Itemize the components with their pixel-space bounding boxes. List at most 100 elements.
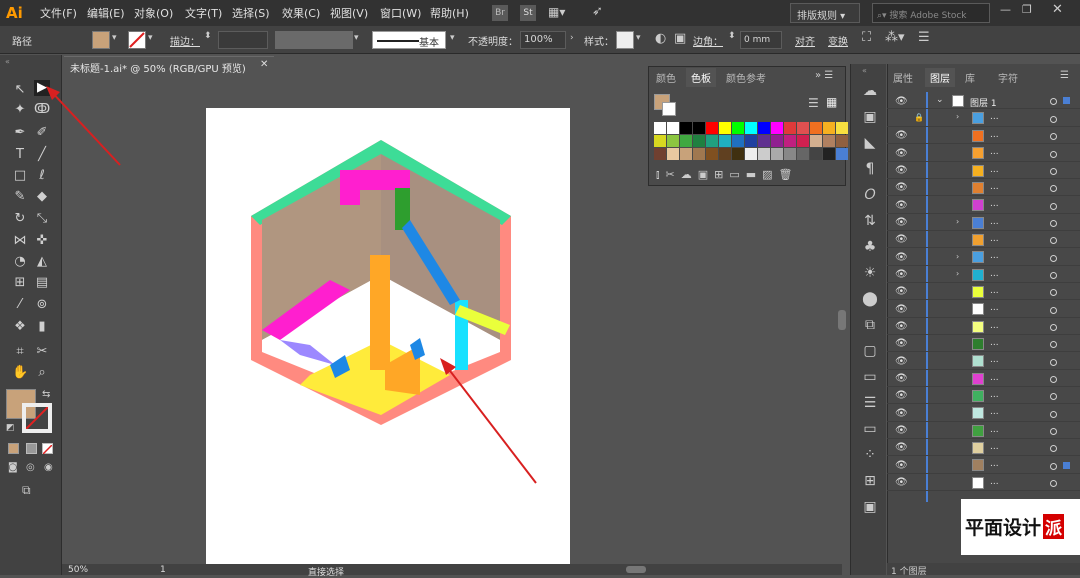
expand-sublayer-icon[interactable]: › [956, 217, 959, 226]
corner-stepper[interactable]: ⬍ [728, 31, 736, 41]
stroke-weight-field[interactable] [218, 31, 268, 49]
hand-tool-icon[interactable]: ✋ [12, 365, 28, 381]
list-view-icon[interactable]: ☰ [808, 96, 819, 110]
layer-item-name[interactable]: ... [990, 477, 999, 487]
visibility-eye-icon[interactable]: 👁 [895, 286, 908, 297]
transform-link[interactable]: 变换 [828, 33, 848, 48]
target-circle-icon[interactable] [1050, 359, 1057, 366]
close-window-icon[interactable]: ✕ [1052, 2, 1063, 17]
scale-tool-icon[interactable]: ⤡ [34, 211, 50, 227]
swap-colors-icon[interactable]: ⇆ [42, 389, 50, 400]
layer-item-name[interactable]: ... [990, 425, 999, 435]
layer-item-name[interactable]: ... [990, 286, 999, 296]
arrange-documents-icon[interactable]: ▦▾ [548, 5, 565, 19]
draw-behind-icon[interactable]: ◎ [26, 462, 35, 473]
target-circle-icon[interactable] [1050, 480, 1057, 487]
slice-tool-icon[interactable]: ✂ [34, 344, 50, 360]
opacity-field[interactable]: 100% [520, 31, 566, 49]
tab-swatches[interactable]: 色板 [686, 68, 716, 87]
expand-layer-icon[interactable]: ⌄ [936, 95, 944, 105]
opacity-expand-icon[interactable]: › [570, 33, 574, 43]
visibility-eye-icon[interactable]: 👁 [895, 373, 908, 384]
expand-sublayer-icon[interactable]: › [956, 269, 959, 278]
zoom-level[interactable]: 50% [68, 565, 88, 575]
minimize-icon[interactable]: — [1000, 3, 1011, 16]
mesh-tool-icon[interactable]: ⊞ [12, 275, 28, 291]
symbol-sprayer-icon[interactable]: ❖ [12, 319, 28, 335]
layer-item-name[interactable]: ... [990, 199, 999, 209]
visibility-eye-icon[interactable]: 👁 [895, 234, 908, 245]
target-circle-icon[interactable] [1050, 133, 1057, 140]
selection-indicator[interactable] [1063, 97, 1070, 104]
layer-item-name[interactable]: ... [990, 147, 999, 157]
layer-item-name[interactable]: ... [990, 251, 999, 261]
vertical-scrollbar[interactable] [838, 310, 846, 330]
layer-item-name[interactable]: ... [990, 338, 999, 348]
visibility-eye-icon[interactable]: 👁 [895, 442, 908, 453]
layer-item-name[interactable]: ... [990, 459, 999, 469]
profile-dropdown-icon[interactable]: ▾ [354, 33, 359, 43]
none-mode-icon[interactable] [42, 443, 53, 455]
rectangle-tool-icon[interactable]: □ [12, 168, 28, 184]
layer-item-name[interactable]: ... [990, 407, 999, 417]
swatch-grid[interactable] [654, 122, 848, 160]
tab-color-guide[interactable]: 颜色参考 [726, 70, 766, 85]
variable-width-profile[interactable] [275, 31, 353, 49]
layer-item-name[interactable]: ... [990, 112, 999, 122]
gradient-tool-icon[interactable]: ▤ [34, 275, 50, 291]
gradient-mode-icon[interactable] [26, 443, 37, 454]
visibility-eye-icon[interactable]: 👁 [895, 96, 908, 107]
target-circle-icon[interactable] [1050, 341, 1057, 348]
target-circle-icon[interactable] [1050, 237, 1057, 244]
menu-window[interactable]: 窗口(W) [380, 5, 421, 21]
eyedropper-icon[interactable]: ⁄ [12, 297, 28, 313]
zoom-tool-icon[interactable]: ⌕ [34, 365, 50, 381]
close-document-icon[interactable]: ✕ [260, 59, 268, 70]
width-tool-icon[interactable]: ⋈ [12, 233, 28, 249]
shape-builder-icon[interactable]: ◔ [12, 254, 28, 270]
target-circle-icon[interactable] [1050, 220, 1057, 227]
recolor-artwork-icon[interactable]: ◐ [655, 31, 666, 46]
document-tab[interactable]: 未标题-1.ai* @ 50% (RGB/GPU 预览) [64, 56, 274, 76]
blend-tool-icon[interactable]: ⊚ [34, 297, 50, 313]
selection-tool-icon[interactable]: ↖ [12, 82, 28, 98]
target-circle-icon[interactable] [1050, 289, 1057, 296]
workspace-switcher[interactable]: 排版规则 ▾ [790, 3, 860, 23]
visibility-eye-icon[interactable]: 👁 [895, 408, 908, 419]
corner-field[interactable]: 0 mm [740, 31, 782, 49]
layers-menu-icon[interactable]: ☰ [1060, 70, 1069, 81]
layer-item-name[interactable]: ... [990, 182, 999, 192]
layer-item-name[interactable]: ... [990, 234, 999, 244]
target-circle-icon[interactable] [1050, 463, 1057, 470]
expand-sublayer-icon[interactable]: › [956, 252, 959, 261]
pen-tool-icon[interactable]: ✒ [12, 125, 28, 141]
target-circle-icon[interactable] [1050, 428, 1057, 435]
layer-item-name[interactable]: ... [990, 321, 999, 331]
graphic-style-swatch[interactable] [616, 31, 634, 49]
horizontal-scrollbar[interactable] [626, 566, 646, 573]
layer-item-name[interactable]: ... [990, 303, 999, 313]
visibility-eye-icon[interactable]: 👁 [895, 269, 908, 280]
puppet-warp-icon[interactable]: ⁂▾ [885, 30, 905, 45]
menu-type[interactable]: 文字(T) [185, 5, 222, 21]
layer-item-name[interactable]: ... [990, 355, 999, 365]
visibility-eye-icon[interactable]: 👁 [895, 130, 908, 141]
target-circle-icon[interactable] [1050, 272, 1057, 279]
target-circle-icon[interactable] [1050, 393, 1057, 400]
visibility-eye-icon[interactable]: 👁 [895, 390, 908, 401]
corner-label[interactable]: 边角： [693, 33, 723, 48]
target-circle-icon[interactable] [1050, 168, 1057, 175]
tab-character[interactable]: 字符 [998, 70, 1018, 85]
menu-edit[interactable]: 编辑(E) [87, 5, 125, 21]
panel-options-icon[interactable]: » ☰ [815, 70, 833, 81]
color-mode-icon[interactable] [8, 443, 19, 454]
artboard-tool-icon[interactable]: ⌗ [12, 344, 28, 360]
stock-search-input[interactable]: ⌕▾ 搜索 Adobe Stock [872, 3, 990, 23]
visibility-eye-icon[interactable]: 👁 [895, 200, 908, 211]
layer-item-name[interactable]: ... [990, 217, 999, 227]
grid-view-icon[interactable]: ▦ [826, 95, 837, 109]
gpu-performance-icon[interactable]: ➶ [592, 4, 603, 19]
expand-sublayer-icon[interactable]: › [956, 112, 959, 121]
lock-icon[interactable]: 🔒 [914, 113, 924, 122]
stock-icon[interactable]: St [520, 5, 536, 21]
